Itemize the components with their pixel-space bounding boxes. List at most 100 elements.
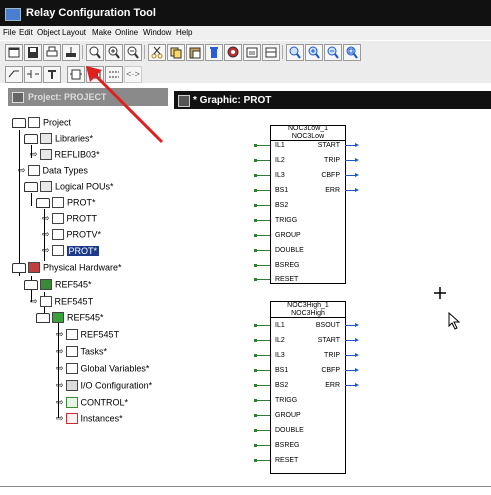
input-wire[interactable] <box>254 264 270 267</box>
window-title: Relay Configuration Tool <box>26 7 156 19</box>
menu-file[interactable]: File <box>3 28 16 37</box>
output-wire[interactable] <box>345 158 359 162</box>
cut-icon[interactable] <box>148 44 166 61</box>
input-pin: BS1 <box>275 187 289 194</box>
input-wire[interactable] <box>254 174 270 177</box>
function-block-noc3low[interactable]: NOC3Low_1 NOC3Low IL1 IL2 IL3 BS1 BS2 TR… <box>270 125 346 284</box>
tree-item-reflib03[interactable]: ⇨ REFLIB03* <box>30 149 100 164</box>
input-wire[interactable] <box>254 144 270 147</box>
function-block-noc3high[interactable]: NOC3High_1 NOC3High IL1 IL2 IL3 BS1 BS2 … <box>270 301 346 474</box>
input-pin: IL3 <box>275 352 285 359</box>
new-project-button[interactable] <box>5 44 23 61</box>
search-blue-icon[interactable] <box>286 44 304 61</box>
block-type-name: NOC3High <box>271 310 345 318</box>
input-wire[interactable] <box>254 354 270 357</box>
tree-item-ref545-resource[interactable]: REF545* <box>36 312 104 327</box>
resource-icon <box>52 312 64 324</box>
output-wire[interactable] <box>345 338 359 342</box>
input-wire[interactable] <box>254 459 270 462</box>
input-wire[interactable] <box>254 414 270 417</box>
menu-edit[interactable]: Edit <box>19 28 33 37</box>
menu-online[interactable]: Online <box>115 28 138 37</box>
compile-button[interactable] <box>62 44 80 61</box>
paste-icon[interactable] <box>186 44 204 61</box>
block-instance-name: NOC3Low_1 <box>287 125 329 132</box>
tree-item-instances[interactable]: ⇨ Instances* <box>56 413 123 428</box>
tree-item-project[interactable]: Project <box>12 117 71 132</box>
copy-icon[interactable] <box>167 44 185 61</box>
online-icon[interactable] <box>224 44 242 61</box>
input-pin: GROUP <box>275 232 301 239</box>
input-wire[interactable] <box>254 339 270 342</box>
tree-item-tasks[interactable]: ⇨ Tasks* <box>56 346 107 361</box>
output-wire[interactable] <box>345 353 359 357</box>
tree-item-data-types[interactable]: ⇨ Data Types <box>18 165 88 180</box>
tree-item-physical-hardware[interactable]: Physical Hardware* <box>12 262 122 277</box>
menu-layout[interactable]: Layout <box>62 28 86 37</box>
print-button[interactable] <box>43 44 61 61</box>
menu-help[interactable]: Help <box>176 28 192 37</box>
tree-item-control[interactable]: ⇨ CONTROL* <box>56 397 128 412</box>
search-fit-icon[interactable] <box>343 44 361 61</box>
global-variables-icon <box>65 363 78 375</box>
delete-icon[interactable] <box>205 44 223 61</box>
search-minus-icon[interactable] <box>324 44 342 61</box>
output-wire[interactable] <box>345 323 359 327</box>
library-icon <box>40 133 52 145</box>
output-wire[interactable] <box>345 173 359 177</box>
input-wire[interactable] <box>254 399 270 402</box>
arrow-right-icon: ⇨ <box>30 149 38 160</box>
input-wire[interactable] <box>254 429 270 432</box>
input-wire[interactable] <box>254 234 270 237</box>
grid-icon[interactable] <box>262 44 280 61</box>
input-wire[interactable] <box>254 444 270 447</box>
tasks-icon <box>65 346 78 358</box>
output-wire[interactable] <box>345 383 359 387</box>
tree-item-ref545-config[interactable]: REF545* <box>24 279 92 294</box>
input-wire[interactable] <box>254 369 270 372</box>
search-plus-icon[interactable] <box>305 44 323 61</box>
input-wire[interactable] <box>254 278 270 281</box>
menu-make[interactable]: Make <box>92 28 112 37</box>
block-type-name: NOC3Low <box>271 133 345 141</box>
tree-item-protv[interactable]: ⇨ PROTV* <box>42 229 101 244</box>
input-wire[interactable] <box>254 249 270 252</box>
main-toolbar <box>0 41 491 63</box>
coil-icon[interactable] <box>24 66 42 83</box>
tree-item-logical-pous[interactable]: Logical POUs* <box>24 181 114 196</box>
title-bar: Relay Configuration Tool <box>0 0 491 26</box>
graphic-window-title: * Graphic: PROT <box>174 91 491 109</box>
input-wire[interactable] <box>254 219 270 222</box>
output-wire[interactable] <box>345 188 359 192</box>
input-wire[interactable] <box>254 189 270 192</box>
tree-item-global-variables[interactable]: ⇨ Global Variables* <box>56 363 149 378</box>
control-icon <box>65 397 78 409</box>
input-wire[interactable] <box>254 159 270 162</box>
folder-open-icon <box>24 133 38 144</box>
tree-item-ref545t[interactable]: ⇨ REF545T <box>30 296 93 311</box>
output-pin: START <box>317 142 340 149</box>
text-icon[interactable] <box>43 66 61 83</box>
zoom-in-icon[interactable] <box>105 44 123 61</box>
tree-item-prott[interactable]: ⇨ PROTT <box>42 213 97 228</box>
project-panel-icon <box>12 92 24 103</box>
output-wire[interactable] <box>345 143 359 147</box>
tree-item-prot-folder[interactable]: PROT* <box>36 197 96 212</box>
output-wire[interactable] <box>345 368 359 372</box>
arrow-right-icon: ⇨ <box>56 413 64 424</box>
input-wire[interactable] <box>254 384 270 387</box>
tree-item-prot-graphic[interactable]: ⇨ PROT* <box>42 245 100 260</box>
window-icon[interactable] <box>243 44 261 61</box>
contact-icon[interactable] <box>5 66 23 83</box>
output-pin: TRIP <box>324 157 340 164</box>
input-wire[interactable] <box>254 324 270 327</box>
tree-item-ref545t-sub[interactable]: ⇨ REF545T <box>56 329 119 344</box>
save-button[interactable] <box>24 44 42 61</box>
tree-item-io-configuration[interactable]: ⇨ I/O Configuration* <box>56 380 152 395</box>
zoom-icon[interactable] <box>86 44 104 61</box>
input-wire[interactable] <box>254 204 270 207</box>
menu-object[interactable]: Object <box>37 28 60 37</box>
zoom-out-icon[interactable] <box>124 44 142 61</box>
input-pin: BSREG <box>275 262 300 269</box>
menu-window[interactable]: Window <box>143 28 171 37</box>
